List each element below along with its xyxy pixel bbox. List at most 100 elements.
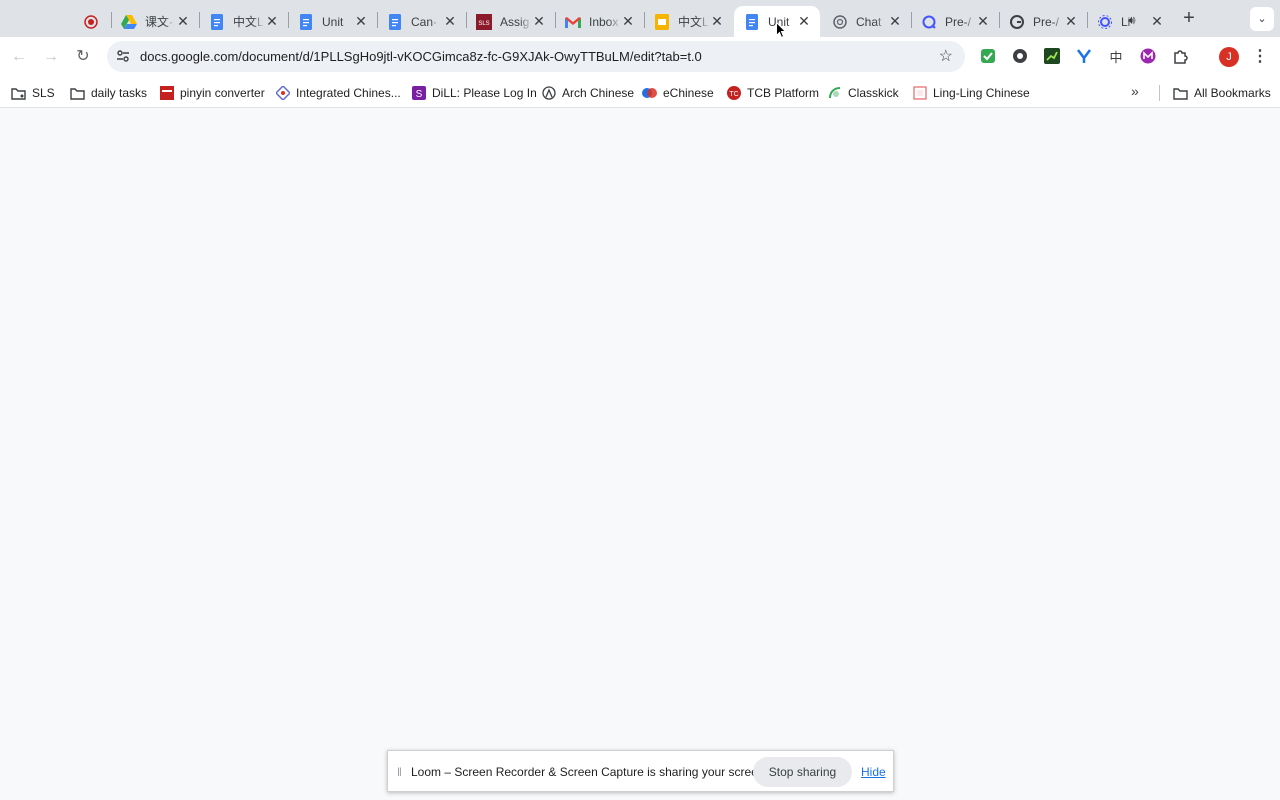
tab-item[interactable]: 中文L ✕ [644, 6, 733, 37]
svg-text:SLS: SLS [478, 21, 489, 27]
browser-menu-icon[interactable]: ⋮ [1252, 45, 1268, 69]
pinyin-icon [159, 86, 174, 101]
extension-aperture-icon[interactable] [1011, 47, 1029, 65]
tab-strip: 课文· ✕ 中文L ✕ Unit ✕ Can· ✕ SLS Assig ✕ In… [0, 0, 1280, 37]
tab-search-button[interactable]: ⌄ [1250, 7, 1274, 31]
tab-item[interactable]: Inbox ✕ [555, 6, 645, 37]
close-icon[interactable]: ✕ [709, 13, 725, 29]
bookmarks-overflow-icon[interactable]: » [1131, 83, 1139, 99]
tab-item[interactable]: Pre-/ ✕ [911, 6, 1000, 37]
tab-item[interactable]: Chat ✕ [822, 6, 912, 37]
lingling-icon [912, 86, 927, 101]
hide-link[interactable]: Hide [861, 765, 886, 779]
speaker-icon[interactable]: 🔊︎ [1128, 13, 1136, 28]
record-icon [83, 14, 99, 30]
tab-title: Unit [322, 14, 344, 29]
screen-share-notification: ‖ Loom – Screen Recorder & Screen Captur… [387, 750, 894, 792]
new-tab-button[interactable]: + [1178, 8, 1200, 30]
grammarly-icon [1009, 14, 1025, 30]
bookmark-item[interactable]: S DiLL: Please Log In [411, 84, 537, 102]
drag-handle-icon[interactable]: ‖ [397, 765, 402, 779]
tab-recording[interactable] [73, 6, 112, 37]
tab-item[interactable]: Pre-/ ✕ [999, 6, 1088, 37]
gmail-icon [565, 14, 581, 30]
google-docs-icon [387, 13, 403, 30]
bookmarks-divider [1159, 85, 1160, 101]
extension-chart-icon[interactable] [1043, 47, 1061, 65]
bookmark-item[interactable]: pinyin converter [159, 84, 265, 102]
google-slides-icon [654, 13, 670, 30]
bookmark-label: TCB Platform [747, 86, 820, 100]
close-icon[interactable]: ✕ [975, 13, 991, 29]
reload-button[interactable]: ↻ [71, 45, 95, 69]
tab-item[interactable]: Li 🔊︎ ✕ [1087, 6, 1173, 37]
site-info-icon[interactable] [115, 48, 131, 64]
close-icon[interactable]: ✕ [887, 13, 903, 29]
tab-title: 中文L [678, 15, 709, 29]
close-icon[interactable]: ✕ [796, 13, 812, 29]
close-icon[interactable]: ✕ [353, 13, 369, 29]
profile-avatar[interactable]: J [1219, 47, 1239, 67]
extensions-puzzle-icon[interactable] [1171, 47, 1189, 65]
bookmark-item[interactable]: Arch Chinese [541, 84, 634, 102]
share-message: Loom – Screen Recorder & Screen Capture … [411, 765, 768, 779]
gear-app-icon [1097, 14, 1113, 30]
bookmark-item[interactable]: TC TCB Platform [726, 84, 819, 102]
tab-item[interactable]: Unit ✕ [288, 6, 378, 37]
bookmark-label: Integrated Chines... [296, 86, 401, 100]
classkick-icon [827, 86, 842, 101]
bookmark-item[interactable]: daily tasks [70, 84, 147, 102]
chatgpt-icon [832, 14, 848, 30]
extension-zhong-icon[interactable]: 中 [1107, 47, 1125, 65]
extension-green-icon[interactable] [979, 47, 997, 65]
tab-item[interactable]: 课文· ✕ [111, 6, 200, 37]
folder-icon [1173, 86, 1188, 101]
address-bar[interactable]: docs.google.com/document/d/1PLLSgHo9jtl-… [107, 41, 965, 72]
bookmark-label: DiLL: Please Log In [432, 86, 537, 100]
extension-y-icon[interactable] [1075, 47, 1093, 65]
close-icon[interactable]: ✕ [1063, 13, 1079, 29]
integrated-chinese-icon [275, 86, 290, 101]
tcb-icon: TC [726, 86, 741, 101]
bookmark-item[interactable]: Classkick [827, 84, 899, 102]
bookmark-item[interactable]: Ling-Ling Chinese [912, 84, 1030, 102]
bookmark-star-icon[interactable]: ☆ [939, 46, 953, 66]
tab-item[interactable]: 中文L ✕ [199, 6, 289, 37]
close-icon[interactable]: ✕ [1149, 13, 1165, 29]
tab-title: 中文L [233, 15, 264, 29]
bookmark-label: eChinese [663, 86, 714, 100]
tab-item[interactable]: Can· ✕ [377, 6, 467, 37]
tab-title: Pre-/ [1033, 14, 1060, 29]
bookmark-item[interactable]: eChinese [642, 84, 714, 102]
folder-icon [70, 86, 85, 101]
back-button[interactable]: ← [7, 45, 31, 69]
bookmark-label: SLS [32, 86, 55, 100]
extension-purple-icon[interactable] [1139, 47, 1157, 65]
close-icon[interactable]: ✕ [442, 13, 458, 29]
close-icon[interactable]: ✕ [620, 13, 636, 29]
tab-title: Inbox [589, 14, 619, 29]
echinese-icon [642, 86, 657, 101]
bookmark-item[interactable]: SLS [11, 84, 55, 102]
sls-icon: SLS [476, 13, 492, 30]
url-text[interactable]: docs.google.com/document/d/1PLLSgHo9jtl-… [140, 49, 702, 64]
close-icon[interactable]: ✕ [175, 13, 191, 29]
close-icon[interactable]: ✕ [531, 13, 547, 29]
svg-text:TC: TC [729, 91, 738, 98]
page-content [0, 108, 1280, 800]
bookmarks-bar: SLS daily tasks pinyin converter Integra… [0, 77, 1280, 108]
bookmark-label: Classkick [848, 86, 899, 100]
bookmark-item[interactable]: Integrated Chines... [275, 84, 401, 102]
tab-item[interactable]: SLS Assig ✕ [466, 6, 556, 37]
tab-title: Pre-/ [945, 14, 972, 29]
quizlet-icon [921, 14, 937, 30]
bookmark-label: pinyin converter [180, 86, 265, 100]
all-bookmarks-button[interactable]: All Bookmarks [1173, 84, 1271, 102]
forward-button[interactable]: → [39, 45, 63, 69]
bookmark-label: All Bookmarks [1194, 86, 1271, 100]
close-icon[interactable]: ✕ [264, 13, 280, 29]
svg-text:S: S [415, 89, 422, 100]
stop-sharing-button[interactable]: Stop sharing [753, 757, 852, 787]
bookmark-label: daily tasks [91, 86, 148, 100]
google-docs-icon [298, 13, 314, 30]
